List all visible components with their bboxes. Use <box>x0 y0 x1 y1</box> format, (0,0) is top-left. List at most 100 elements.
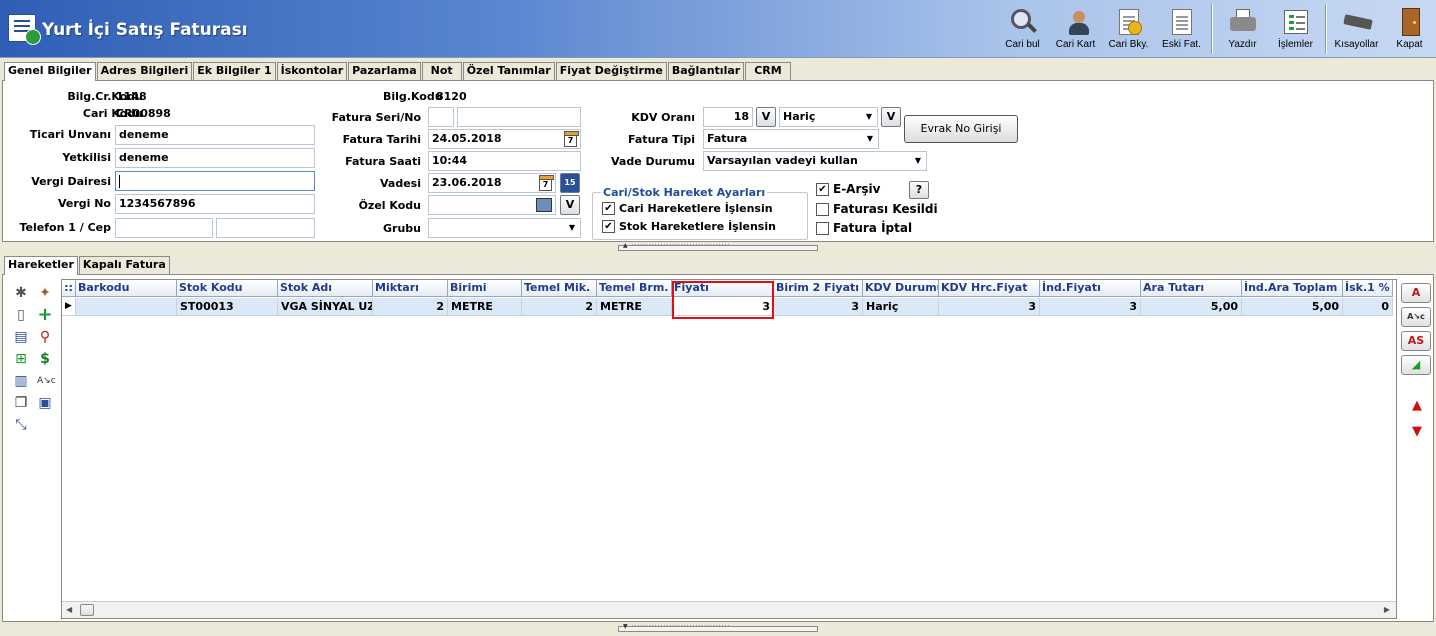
cari-bul-button[interactable]: Cari bul <box>996 2 1049 56</box>
col-isk1[interactable]: İsk.1 % <box>1343 280 1393 297</box>
picture-icon[interactable] <box>536 198 552 212</box>
fatura-tarihi-input[interactable]: 24.05.2018 7 <box>428 129 581 149</box>
cell-barkodu[interactable] <box>76 298 177 316</box>
col-birim-2-fiyati[interactable]: Birim 2 Fiyatı <box>774 280 863 297</box>
cell-isk1[interactable]: 0 <box>1343 298 1393 316</box>
text-replace-icon[interactable]: A↘c <box>37 373 56 389</box>
cell-temel-mik[interactable]: 2 <box>522 298 597 316</box>
tab-crm[interactable]: CRM <box>745 62 791 80</box>
cell-ara-tutari[interactable]: 5,00 <box>1141 298 1242 316</box>
vergi-dairesi-input[interactable] <box>115 171 315 191</box>
chevron-down-icon[interactable]: ▼ <box>565 220 579 236</box>
faturasi-kesildi-checkbox[interactable] <box>816 203 829 216</box>
cari-kart-button[interactable]: Cari Kart <box>1049 2 1102 56</box>
scroll-right-icon[interactable]: ▶ <box>1384 605 1390 614</box>
col-temel-brm[interactable]: Temel Brm. <box>597 280 672 297</box>
tab-ozel-tanimlar[interactable]: Özel Tanımlar <box>462 62 555 80</box>
tools-icon[interactable]: ✦ <box>37 285 53 301</box>
cell-stok-kodu[interactable]: ST00013 <box>177 298 278 316</box>
cari-hareket-checkbox[interactable]: ✔ <box>602 202 615 215</box>
col-ind-ara-toplam[interactable]: İnd.Ara Toplam <box>1242 280 1343 297</box>
yetkilisi-input[interactable]: deneme <box>115 148 315 168</box>
cep-input[interactable] <box>216 218 315 238</box>
col-barkodu[interactable]: Barkodu <box>76 280 177 297</box>
tab-pazarlama[interactable]: Pazarlama <box>348 62 421 80</box>
stok-hareket-checkbox[interactable]: ✔ <box>602 220 615 233</box>
cell-temel-brm[interactable]: METRE <box>597 298 672 316</box>
cari-bky-button[interactable]: Cari Bky. <box>1102 2 1155 56</box>
calendar-15-button[interactable]: 15 <box>560 173 580 193</box>
eski-fat-button[interactable]: Eski Fat. <box>1155 2 1208 56</box>
col-birimi[interactable]: Birimi <box>448 280 522 297</box>
kisayollar-button[interactable]: Kısayollar <box>1330 2 1383 56</box>
fatura-tipi-select[interactable]: Fatura ▼ <box>703 129 879 149</box>
fatura-iptal-checkbox[interactable] <box>816 222 829 235</box>
tab-kapali-fatura[interactable]: Kapalı Fatura <box>78 256 170 274</box>
a-button[interactable]: A <box>1401 283 1431 303</box>
add-icon[interactable]: + <box>37 306 53 324</box>
col-stok-kodu[interactable]: Stok Kodu <box>177 280 278 297</box>
cell-kdv-hrc-fiyat[interactable]: 3 <box>939 298 1040 316</box>
tab-not[interactable]: Not <box>421 62 462 80</box>
col-kdv-hrc-fiyat[interactable]: KDV Hrc.Fiyat <box>939 280 1040 297</box>
chevron-down-icon[interactable]: ▼ <box>863 131 877 147</box>
col-kdv-durumu[interactable]: KDV Durumu <box>863 280 939 297</box>
tab-fiyat-degistirme[interactable]: Fiyat Değiştirme <box>555 62 667 80</box>
kdv-tipi-select[interactable]: Hariç ▼ <box>779 107 878 127</box>
scroll-thumb[interactable] <box>80 604 94 616</box>
chevron-down-icon[interactable]: ▼ <box>911 153 925 169</box>
vergi-no-input[interactable]: 1234567896 <box>115 194 315 214</box>
ticari-unvani-input[interactable]: deneme <box>115 125 315 145</box>
green-corner-button[interactable]: ◢ <box>1401 355 1431 375</box>
tab-ek-bilgiler-1[interactable]: Ek Bilgiler 1 <box>193 62 276 80</box>
doc-list-icon[interactable]: ▤ <box>13 329 29 345</box>
kdv-tipi-v-button[interactable]: V <box>881 107 901 127</box>
fatura-saati-input[interactable]: 10:44 <box>428 151 581 171</box>
vadesi-input[interactable]: 23.06.2018 7 <box>428 173 556 193</box>
tab-genel-bilgiler[interactable]: Genel Bilgiler <box>4 62 96 81</box>
calendar-icon[interactable]: 7 <box>564 131 579 147</box>
cell-kdv-durumu[interactable]: Hariç <box>863 298 939 316</box>
bottom-splitter-handle[interactable] <box>618 623 818 632</box>
yazdir-button[interactable]: Yazdır <box>1216 2 1269 56</box>
cell-miktari[interactable]: 2 <box>373 298 448 316</box>
dollar-icon[interactable]: $ <box>37 351 53 367</box>
col-stok-adi[interactable]: Stok Adı <box>278 280 373 297</box>
col-temel-mik[interactable]: Temel Mik. <box>522 280 597 297</box>
grubu-select[interactable]: ▼ <box>428 218 581 238</box>
islemler-button[interactable]: İşlemler <box>1269 2 1322 56</box>
tab-baglantilar[interactable]: Bağlantılar <box>667 62 745 80</box>
cell-stok-adi[interactable]: VGA SİNYAL UZA <box>278 298 373 316</box>
search-icon[interactable]: ⚲ <box>37 329 53 345</box>
tab-hareketler[interactable]: Hareketler <box>4 256 78 275</box>
top-splitter-handle[interactable] <box>618 242 818 251</box>
move-down-icon[interactable]: ▼ <box>1412 425 1422 439</box>
bookmark-icon[interactable]: ▥ <box>13 373 29 389</box>
e-arsiv-checkbox[interactable]: ✔ <box>816 183 829 196</box>
add-row-icon[interactable]: ⊞ <box>13 351 29 367</box>
new-doc-icon[interactable]: ▯ <box>13 307 29 323</box>
frame-icon[interactable]: ▣ <box>37 395 53 411</box>
kapat-button[interactable]: Kapat <box>1383 2 1436 56</box>
copy-doc-icon[interactable]: ❐ <box>13 395 29 411</box>
ozel-kodu-input[interactable] <box>428 195 556 215</box>
fatura-seri-input[interactable] <box>428 107 454 127</box>
kdv-orani-v-button[interactable]: V <box>756 107 776 127</box>
cell-birimi[interactable]: METRE <box>448 298 522 316</box>
vade-durumu-select[interactable]: Varsayılan vadeyi kullan ▼ <box>703 151 927 171</box>
help-button[interactable]: ? <box>909 181 929 199</box>
cell-ind-fiyati[interactable]: 3 <box>1040 298 1141 316</box>
col-ara-tutari[interactable]: Ara Tutarı <box>1141 280 1242 297</box>
tab-iskontolar[interactable]: İskontolar <box>276 62 348 80</box>
move-up-icon[interactable]: ▲ <box>1412 399 1422 413</box>
col-ind-fiyati[interactable]: İnd.Fiyatı <box>1040 280 1141 297</box>
col-miktari[interactable]: Miktarı <box>373 280 448 297</box>
horizontal-scrollbar[interactable]: ◀ ▶ <box>62 601 1396 618</box>
ozel-kodu-v-button[interactable]: V <box>560 195 580 215</box>
chevron-down-icon[interactable]: ▼ <box>862 109 876 125</box>
gear-icon[interactable]: ✱ <box>13 285 29 301</box>
text-replace-button[interactable]: A↘c <box>1401 307 1431 327</box>
telefon1-input[interactable] <box>115 218 213 238</box>
tab-adres-bilgileri[interactable]: Adres Bilgileri <box>96 62 193 80</box>
fatura-no-input[interactable] <box>457 107 581 127</box>
